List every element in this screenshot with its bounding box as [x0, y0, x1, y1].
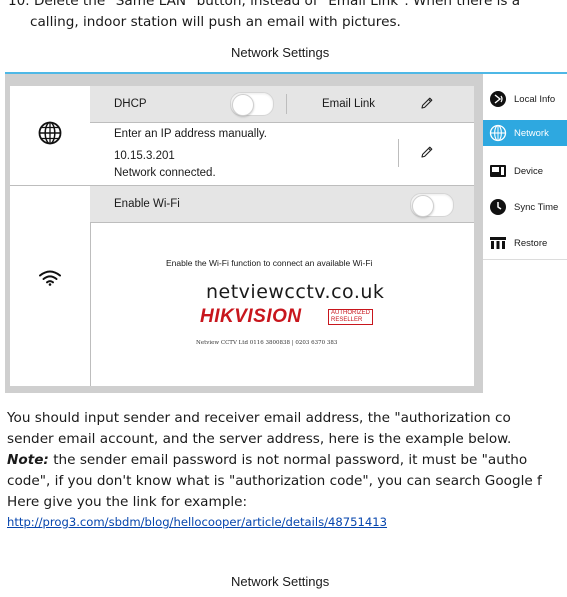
- instruction-line: 10. Delete the "Same LAN" button, instea…: [8, 0, 521, 9]
- wifi-icon: [39, 270, 61, 290]
- dhcp-label: DHCP: [114, 98, 147, 110]
- logo-domain: netviewcctv.co.uk: [206, 281, 385, 303]
- nav-divider: [483, 259, 567, 260]
- wifi-toggle[interactable]: [410, 193, 454, 217]
- logo-footer: Netview CCTV Ltd 0116 3800838 | 0203 637…: [196, 340, 338, 346]
- settings-panel: DHCP Email Link Enter an IP address manu…: [10, 86, 474, 386]
- row-divider: [398, 139, 399, 167]
- ip-prompt: Enter an IP address manually.: [114, 128, 267, 140]
- instruction-line: calling, indoor station will push an ema…: [30, 14, 401, 30]
- logo-brand: HIKVISION: [200, 306, 302, 327]
- reseller-line: RESELLER: [331, 317, 363, 323]
- divider: [90, 222, 474, 223]
- sidebar-item-local-info[interactable]: Local Info: [483, 86, 567, 112]
- network-status: Network connected.: [114, 167, 216, 179]
- email-link-label: Email Link: [322, 98, 376, 110]
- reseller-line: AUTHORIZED: [331, 310, 370, 316]
- network-icon-cell: [10, 86, 90, 185]
- example-link[interactable]: http://prog3.com/sbdm/blog/hellocooper/a…: [7, 515, 387, 529]
- sidebar-item-label: Network: [514, 127, 549, 139]
- note-label: Note:: [7, 452, 49, 468]
- row-divider: [286, 94, 287, 114]
- sidebar-item-sync-time[interactable]: Sync Time: [483, 194, 567, 220]
- logo-reseller-badge: AUTHORIZED RESELLER: [328, 309, 373, 325]
- wifi-row: Enable Wi-Fi: [90, 186, 474, 222]
- wifi-icon-cell: [10, 186, 90, 386]
- figure-caption: Network Settings: [231, 574, 330, 589]
- sidebar-item-label: Device: [514, 165, 544, 177]
- sidebar-item-network[interactable]: Network: [483, 120, 567, 146]
- sidebar-item-device[interactable]: Device: [483, 158, 567, 184]
- note-line: code", if you don't know what is "author…: [7, 473, 542, 489]
- pencil-icon[interactable]: [420, 145, 434, 162]
- globe-icon: [488, 123, 508, 143]
- note-text: the sender email password is not normal …: [48, 452, 528, 468]
- sidebar-item-label: Restore: [514, 237, 548, 249]
- paragraph-line: sender email account, and the server add…: [7, 431, 512, 447]
- sidebar-item-label: Local Info: [514, 93, 556, 105]
- reseller-logo: netviewcctv.co.uk HIKVISION AUTHORIZED R…: [180, 276, 400, 356]
- sidebar-item-label: Sync Time: [514, 201, 559, 213]
- dhcp-row: DHCP Email Link: [90, 86, 474, 122]
- ip-row[interactable]: Enter an IP address manually. 10.15.3.20…: [90, 123, 474, 185]
- sidebar-item-restore[interactable]: Restore: [483, 230, 567, 256]
- note-line: Here give you the link for example:: [7, 494, 248, 510]
- paragraph-line: You should input sender and receiver ema…: [7, 410, 511, 426]
- device-screenshot: DHCP Email Link Enter an IP address manu…: [5, 72, 567, 393]
- note-line: Note: the sender email password is not n…: [7, 450, 527, 470]
- restore-icon: [488, 233, 508, 253]
- figure-caption: Network Settings: [231, 45, 330, 60]
- side-nav: Local Info Network Device Sync Time Rest…: [483, 74, 567, 393]
- wifi-label: Enable Wi-Fi: [114, 198, 180, 210]
- device-icon: [488, 161, 508, 181]
- clock-icon: [488, 197, 508, 217]
- globe-icon: [38, 121, 62, 149]
- ip-address: 10.15.3.201: [114, 150, 175, 162]
- pencil-icon[interactable]: [420, 96, 434, 113]
- wifi-hint: Enable the Wi-Fi function to connect an …: [166, 258, 373, 268]
- vibrate-icon: [488, 89, 508, 109]
- dhcp-toggle[interactable]: [230, 92, 274, 116]
